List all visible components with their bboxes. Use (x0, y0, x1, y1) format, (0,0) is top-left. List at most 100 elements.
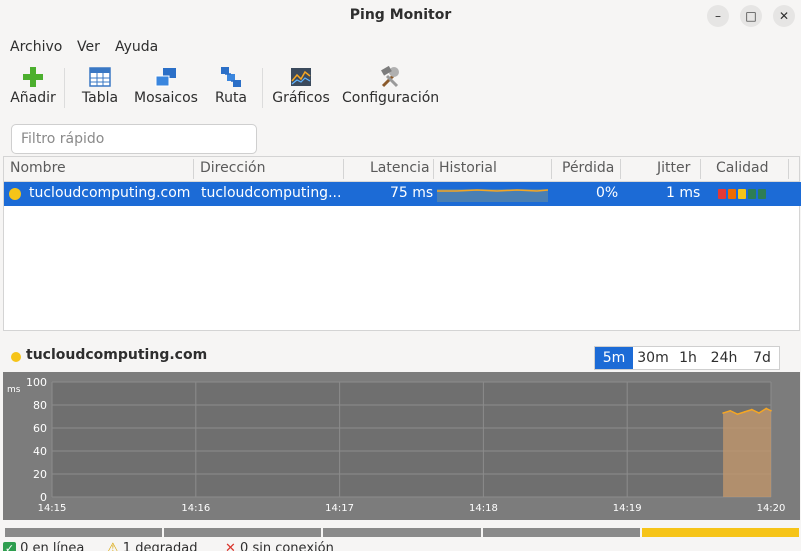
degraded-label: 1 degradad (122, 541, 198, 551)
quick-filter-input[interactable] (11, 124, 257, 154)
y-axis-unit: ms (7, 385, 21, 395)
online-label: 0 en línea (20, 541, 85, 551)
column-header-loss[interactable]: Pérdida (562, 160, 614, 176)
latency-chart-svg: 10080604020014:15 14:16 14:17 14:18 14:19 14:… (7, 376, 786, 514)
y-tick-label: 80 (33, 399, 47, 412)
window-title: Ping Monitor (349, 7, 452, 23)
range-24h[interactable]: 24h (703, 347, 745, 369)
timeline-segment (164, 528, 322, 537)
quality-block (738, 189, 746, 199)
column-header-quality[interactable]: Calidad (716, 160, 769, 176)
x-tick-label: 14:19 (613, 503, 642, 514)
latency-chart: 100 80 60 40 20 0 14:15 14:16 14:17 14:18 14:19 14:… (3, 372, 800, 520)
column-header-address[interactable]: Dirección (200, 160, 265, 176)
range-30m[interactable]: 30m (633, 347, 673, 369)
status-timeline (5, 528, 799, 537)
offline-count: ✕ 0 sin conexión (225, 541, 334, 551)
table-row[interactable]: tucloudcomputing.com tucloudcomputing...… (4, 182, 801, 206)
graphs-view-button[interactable]: Gráficos (270, 62, 332, 114)
range-5m[interactable]: 5m (595, 347, 633, 369)
route-icon (221, 67, 241, 87)
plot-area (52, 382, 771, 497)
data-point (736, 413, 739, 415)
y-tick-label: 60 (33, 422, 47, 435)
tiles-icon (155, 68, 176, 87)
plus-icon (23, 67, 43, 87)
toolbar-separator (64, 68, 65, 108)
menu-ver[interactable]: Ver (77, 39, 100, 55)
settings-button[interactable]: Configuración (342, 62, 440, 114)
quality-block (718, 189, 726, 199)
maximize-button[interactable]: □ (740, 5, 762, 27)
y-tick-label: 100 (26, 376, 47, 389)
column-resize-handle[interactable] (620, 159, 621, 179)
background-page-edge (801, 0, 809, 551)
tiles-view-button[interactable]: Mosaicos (132, 62, 200, 114)
route-view-button[interactable]: Ruta (210, 62, 252, 114)
online-count: ✓ 0 en línea (3, 541, 84, 551)
quality-block (728, 189, 736, 199)
column-resize-handle[interactable] (433, 159, 434, 179)
x-tick-label: 14:15 (38, 503, 67, 514)
add-button[interactable]: Añadir (6, 62, 60, 114)
graphs-label: Gráficos (272, 90, 330, 106)
range-7d[interactable]: 7d (745, 347, 779, 369)
range-1h[interactable]: 1h (673, 347, 703, 369)
menu-archivo[interactable]: Archivo (10, 39, 62, 55)
column-resize-handle[interactable] (343, 159, 344, 179)
x-tick-label: 14:17 (325, 503, 354, 514)
row-address: tucloudcomputing... (201, 185, 342, 201)
warning-icon: ⚠ (107, 541, 119, 551)
add-label: Añadir (10, 90, 56, 106)
series-area (723, 408, 771, 497)
hosts-table: Nombre Dirección Latencia Historial Pérd… (3, 156, 801, 331)
menu-ayuda[interactable]: Ayuda (115, 39, 158, 55)
timeline-segment (323, 528, 481, 537)
column-resize-handle[interactable] (788, 159, 789, 179)
degraded-count: ⚠ 1 degradad (107, 541, 197, 551)
row-latency: 75 ms (390, 185, 434, 201)
column-resize-handle[interactable] (700, 159, 701, 179)
table-view-button[interactable]: Tabla (78, 62, 122, 114)
column-resize-handle[interactable] (551, 159, 552, 179)
detail-host-title: tucloudcomputing.com (26, 347, 208, 363)
table-label: Tabla (81, 90, 119, 106)
column-resize-handle[interactable] (193, 159, 194, 179)
timeline-segment (641, 528, 799, 537)
column-header-jitter[interactable]: Jitter (657, 160, 690, 176)
column-header-history[interactable]: Historial (439, 160, 497, 176)
settings-label: Configuración (342, 90, 440, 106)
x-tick-label: 14:20 (757, 503, 786, 514)
data-point (770, 409, 772, 412)
timeline-segment (482, 528, 640, 537)
row-loss: 0% (596, 185, 619, 201)
data-point (743, 411, 746, 413)
history-sparkline (437, 189, 548, 202)
check-icon: ✓ (3, 542, 16, 551)
column-header-latency[interactable]: Latencia (370, 160, 430, 176)
data-point (765, 407, 768, 410)
x-tick-label: 14:16 (181, 503, 210, 514)
quality-block (758, 189, 766, 199)
time-range-selector: 5m 30m 1h 24h 7d (594, 346, 780, 370)
cross-icon: ✕ (225, 541, 236, 551)
row-jitter: 1 ms (666, 185, 701, 201)
detail-status-dot (11, 352, 21, 362)
data-point (751, 408, 753, 411)
table-icon (89, 67, 111, 87)
graph-icon (291, 68, 311, 86)
tools-icon (381, 66, 399, 88)
table-header: Nombre Dirección Latencia Historial Pérd… (4, 157, 799, 182)
title-bar[interactable]: Ping Monitor – □ ✕ (0, 0, 801, 32)
tiles-label: Mosaicos (134, 90, 198, 106)
data-point (722, 412, 724, 414)
toolbar-separator (262, 68, 263, 108)
close-button[interactable]: ✕ (773, 5, 795, 27)
data-point (758, 412, 760, 414)
minimize-button[interactable]: – (707, 5, 729, 27)
column-header-name[interactable]: Nombre (10, 160, 66, 176)
row-name: tucloudcomputing.com (29, 185, 191, 201)
data-point (729, 409, 732, 412)
status-dot (9, 188, 21, 200)
quality-block (748, 189, 756, 199)
